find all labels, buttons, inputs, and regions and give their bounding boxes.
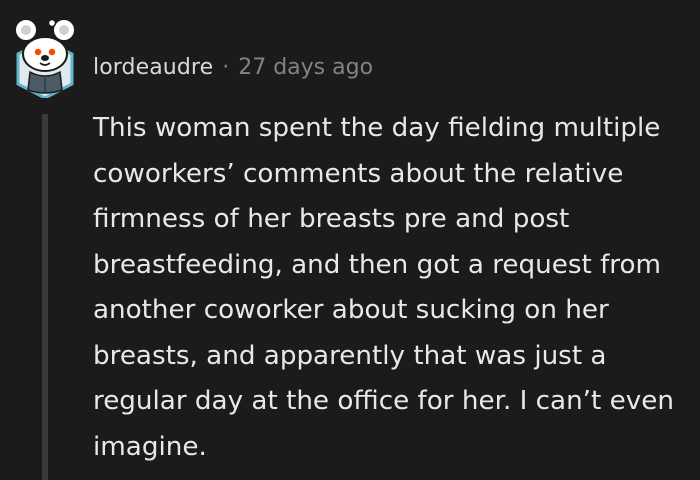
comment-meta: lordeaudre · 27 days ago [93, 49, 373, 85]
meta-separator: · [222, 54, 230, 80]
comment: lordeaudre · 27 days ago This woman spen… [0, 0, 700, 480]
reddit-snoo-koala-avatar-icon [14, 18, 76, 98]
comment-body: This woman spent the day fielding multip… [93, 113, 674, 462]
username-link[interactable]: lordeaudre [93, 55, 213, 80]
user-avatar[interactable] [14, 14, 76, 98]
thread-collapse-line[interactable] [42, 114, 48, 480]
comment-timestamp[interactable]: 27 days ago [238, 55, 373, 80]
